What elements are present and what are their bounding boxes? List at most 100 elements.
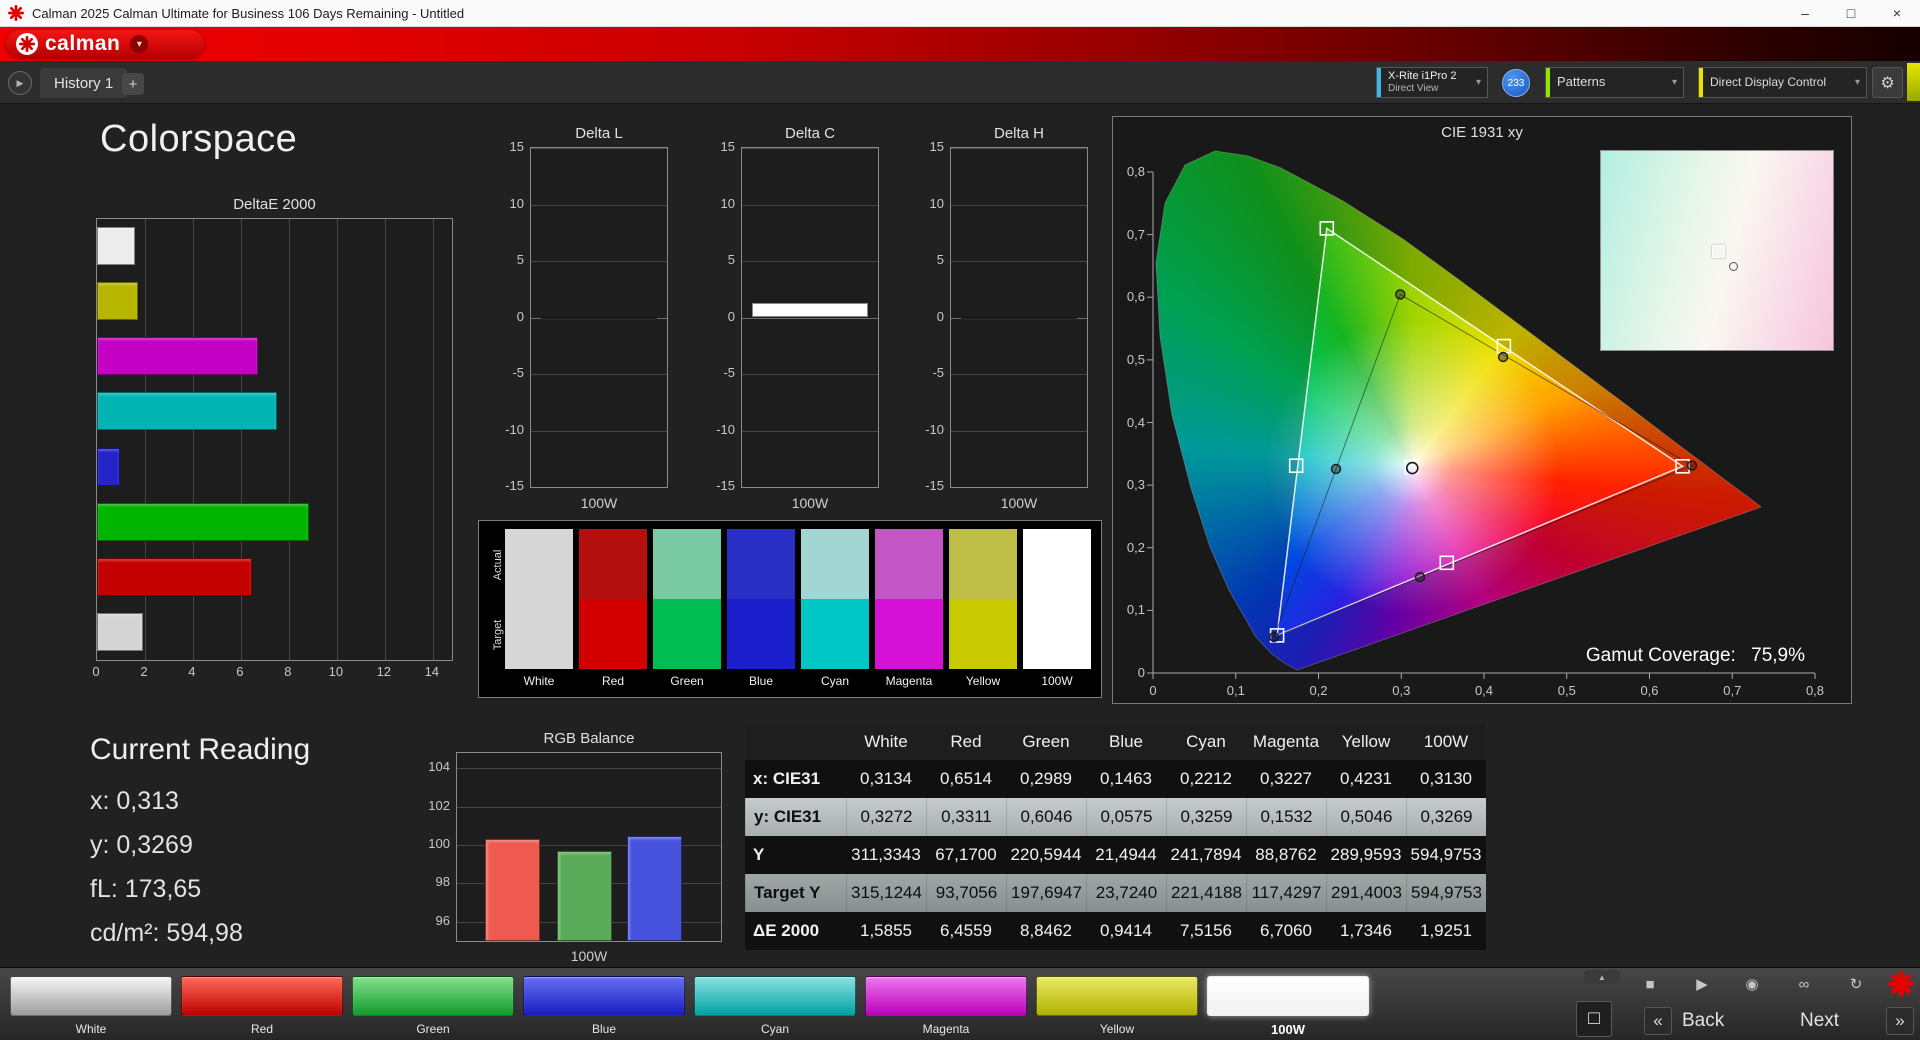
table-cell: 93,7056 xyxy=(926,874,1006,912)
pattern-window-button[interactable]: □ xyxy=(1576,1001,1612,1037)
next-button[interactable]: Next xyxy=(1800,1010,1839,1032)
stop-icon-button[interactable]: ■ xyxy=(1636,973,1664,995)
back-chevron-button[interactable]: « xyxy=(1644,1007,1672,1035)
cie-y-tick: 0,5 xyxy=(1126,351,1145,367)
pattern-button-magenta[interactable] xyxy=(865,976,1027,1016)
y-tick-label: 10 xyxy=(509,195,524,211)
swatch-label: Cyan xyxy=(820,674,849,688)
actual-swatch-red xyxy=(579,529,647,599)
gridline xyxy=(531,430,667,432)
close-button[interactable]: × xyxy=(1874,0,1920,26)
delta-bar xyxy=(751,302,869,318)
next-chevron-button[interactable]: » xyxy=(1886,1007,1914,1035)
meter-count-badge[interactable]: 233 xyxy=(1502,69,1530,97)
window-title: Calman 2025 Calman Ultimate for Business… xyxy=(32,5,465,21)
swatch-label: Red xyxy=(601,674,624,688)
y-tick-label: 100 xyxy=(428,836,450,852)
pattern-label: White xyxy=(75,1022,107,1036)
current-reading-panel: Current Reading x: 0,313 y: 0,3269 fL: 1… xyxy=(90,733,310,955)
gridline xyxy=(951,261,1087,262)
deltae-bar-red xyxy=(97,557,252,596)
pattern-button-yellow[interactable] xyxy=(1036,976,1198,1016)
pattern-button-red[interactable] xyxy=(181,976,343,1016)
actual-row-label: Actual xyxy=(492,549,504,581)
back-button[interactable]: Back xyxy=(1682,1010,1724,1032)
delta-h-title: Delta H xyxy=(993,125,1045,142)
patterns-dropdown[interactable]: Patterns ▾ xyxy=(1545,67,1684,98)
actual-swatch-cyan xyxy=(801,529,869,599)
table-cell: 88,8762 xyxy=(1255,845,1317,864)
chevron-down-icon: ▾ xyxy=(1854,77,1860,88)
pattern-button-cyan[interactable] xyxy=(694,976,856,1016)
table-header-blue: Blue xyxy=(1108,732,1144,751)
y-tick-label: 15 xyxy=(720,139,735,154)
pattern-label: 100W xyxy=(1271,1022,1305,1037)
table-cell: 21,4944 xyxy=(1095,845,1157,864)
play-icon-button[interactable]: ▶ xyxy=(1688,973,1716,995)
calman-app-icon xyxy=(8,5,24,21)
minimize-button[interactable]: – xyxy=(1782,0,1828,26)
table-cell: 0,1532 xyxy=(1246,798,1326,836)
y-tick-label: -5 xyxy=(512,365,524,380)
rgb-bar-green xyxy=(557,850,612,941)
table-cell: 0,3272 xyxy=(846,798,926,836)
table-row: Y 311,3343 67,1700 220,5944 21,4944 241,7894 8… xyxy=(745,836,1486,874)
y-tick-label: -15 xyxy=(716,478,735,493)
table-cell: 220,5944 xyxy=(1010,845,1082,864)
y-tick-label: -15 xyxy=(925,478,944,493)
pattern-button-green[interactable] xyxy=(352,976,514,1016)
x-tick-label: 10 xyxy=(328,664,344,679)
collapse-panel-button[interactable]: ▲ xyxy=(1584,970,1620,984)
table-header-row: White Red Green Blue Cyan Magenta Yellow 100W xyxy=(745,724,1486,760)
calman-menu-button[interactable]: calman ▾ xyxy=(6,30,204,58)
refresh-icon-button[interactable]: ↻ xyxy=(1842,973,1870,995)
pattern-yellow: Yellow xyxy=(1036,976,1198,1036)
display-control-label: Direct Display Control xyxy=(1710,74,1827,89)
pattern-red: Red xyxy=(181,976,343,1036)
table-header-red: Red xyxy=(950,732,982,751)
table-cell: 221,4188 xyxy=(1166,874,1246,912)
gridline xyxy=(336,219,338,660)
rgb-bar-red xyxy=(485,839,540,941)
cie-x-tick: 0,6 xyxy=(1640,683,1659,698)
meter-dropdown[interactable]: X-Rite i1Pro 2 Direct View ▾ xyxy=(1376,67,1488,98)
gridline xyxy=(742,317,878,319)
cie-x-tick: 0,2 xyxy=(1309,683,1328,698)
table-cell: 0,6046 xyxy=(1006,798,1086,836)
gridline xyxy=(951,430,1087,432)
pattern-label: Blue xyxy=(591,1022,617,1036)
pattern-button-100w[interactable] xyxy=(1207,976,1369,1016)
gridline xyxy=(384,219,386,660)
tab-history-1[interactable]: History 1 xyxy=(40,68,128,98)
table-cell: 1,5855 xyxy=(860,921,912,940)
cie-chart-title: CIE 1931 xy xyxy=(1441,124,1523,141)
link-icon-button[interactable]: ∞ xyxy=(1790,973,1818,995)
add-tab-button[interactable]: + xyxy=(122,73,144,95)
gridline xyxy=(531,487,667,488)
deltae-bar-green xyxy=(97,502,310,541)
table-cell: 197,6947 xyxy=(1006,874,1086,912)
table-cell: 0,3269 xyxy=(1406,798,1486,836)
y-tick-label: 96 xyxy=(435,912,450,928)
row-label: Y xyxy=(753,845,765,864)
pattern-button-white[interactable] xyxy=(10,976,172,1016)
table-row: ΔE 2000 1,5855 6,4559 8,8462 0,9414 7,5156 6,7… xyxy=(745,912,1486,950)
table-cell: 0,9414 xyxy=(1100,921,1152,940)
target-swatch-blue xyxy=(727,599,795,669)
display-control-dropdown[interactable]: Direct Display Control ▾ xyxy=(1698,67,1867,98)
pattern-label: Cyan xyxy=(760,1022,789,1036)
y-tick-label: 5 xyxy=(516,252,524,267)
pattern-button-blue[interactable] xyxy=(523,976,685,1016)
actual-swatch-magenta xyxy=(875,529,943,599)
settings-gear-button[interactable]: ⚙ xyxy=(1872,67,1903,98)
workflow-tab-bar: ▶ History 1 + X-Rite i1Pro 2 Direct View… xyxy=(0,61,1920,104)
cie-x-tick: 0,7 xyxy=(1723,683,1742,698)
maximize-button[interactable]: □ xyxy=(1828,0,1874,26)
table-cell: 0,2212 xyxy=(1180,769,1232,788)
window-titlebar: Calman 2025 Calman Ultimate for Business… xyxy=(0,0,1920,27)
swatch-label: 100W xyxy=(1041,674,1073,688)
camera-icon-button[interactable]: ◉ xyxy=(1738,973,1766,995)
tab-scroll-button[interactable]: ▶ xyxy=(8,71,32,95)
chevron-down-icon: ▾ xyxy=(130,35,149,53)
gridline xyxy=(951,148,1087,149)
